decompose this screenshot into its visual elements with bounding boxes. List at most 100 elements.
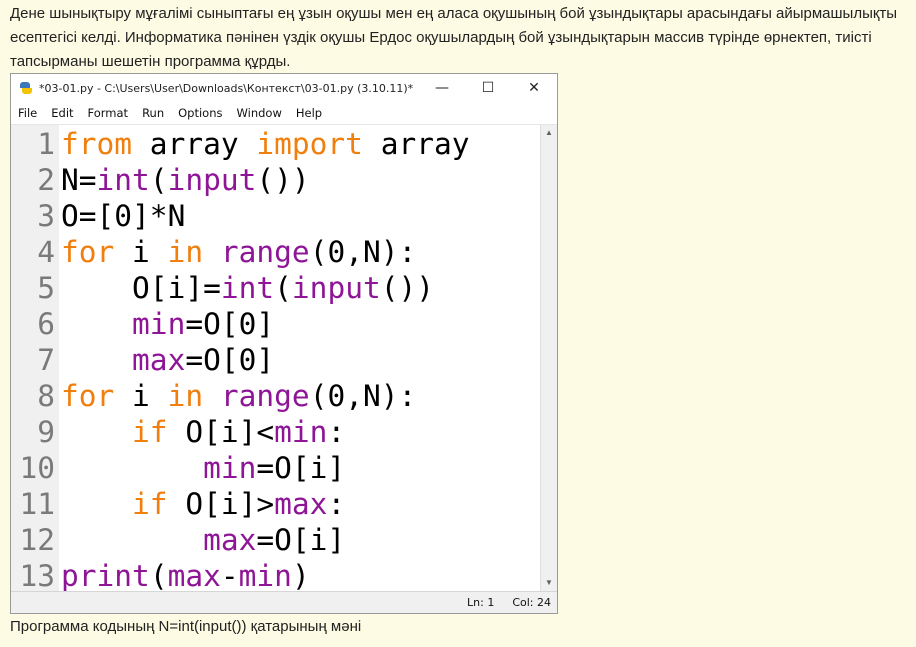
builtin-token: max: [274, 487, 328, 521]
python-idle-icon: [19, 81, 33, 95]
scroll-down-icon[interactable]: ▼: [541, 575, 557, 591]
code-token: =O[0]: [185, 307, 275, 341]
code-token: =O[i]: [256, 523, 346, 557]
line-number: 13: [19, 559, 55, 593]
keyword-token: in: [167, 235, 204, 269]
title-bar[interactable]: *03-01.py - C:\Users\User\Downloads\Конт…: [11, 74, 557, 102]
code-token: N=: [61, 163, 97, 197]
question-text: Программа кодының N=int(input()) қатарын…: [10, 618, 362, 635]
menu-window[interactable]: Window: [230, 106, 289, 120]
scroll-up-icon[interactable]: ▲: [541, 125, 557, 141]
code-line: O=[0]*N: [61, 198, 540, 234]
builtin-token: range: [220, 235, 310, 269]
code-line: if O[i]>max:: [61, 486, 540, 522]
code-line: print(max-min): [61, 558, 540, 594]
builtin-token: max: [203, 523, 257, 557]
code-token: :: [327, 415, 346, 449]
code-token: -: [220, 559, 239, 593]
vertical-scrollbar[interactable]: ▲ ▼: [540, 125, 557, 591]
builtin-token: input: [167, 163, 257, 197]
line-number: 11: [19, 487, 55, 521]
code-token: (0,N):: [309, 235, 417, 269]
code-line: min=O[i]: [61, 450, 540, 486]
code-token: i: [114, 235, 168, 269]
line-number: 2: [37, 163, 55, 197]
code-line: O[i]=int(input()): [61, 270, 540, 306]
builtin-token: min: [274, 415, 328, 449]
builtin-token: min: [203, 451, 257, 485]
line-number: 3: [37, 199, 55, 233]
keyword-token: for: [61, 235, 115, 269]
code-line: for i in range(0,N):: [61, 234, 540, 270]
builtin-token: max: [132, 343, 186, 377]
code-token: (: [149, 559, 168, 593]
code-token: (: [149, 163, 168, 197]
code-token: ()): [256, 163, 310, 197]
code-line: max=O[0]: [61, 342, 540, 378]
code-line: for i in range(0,N):: [61, 378, 540, 414]
menu-format[interactable]: Format: [81, 106, 136, 120]
keyword-token: from: [61, 127, 133, 161]
code-line: N=int(input()): [61, 162, 540, 198]
code-token: ): [291, 559, 310, 593]
builtin-token: min: [238, 559, 292, 593]
builtin-token: max: [167, 559, 221, 593]
code-token: O[i]=: [61, 271, 221, 305]
builtin-token: range: [220, 379, 310, 413]
close-icon[interactable]: ✕: [511, 74, 557, 102]
code-line: min=O[0]: [61, 306, 540, 342]
code-token: O=[0]*N: [61, 199, 186, 233]
code-token: O[i]>: [167, 487, 275, 521]
keyword-token: import: [256, 127, 363, 161]
status-bar: Ln: 1 Col: 24: [11, 591, 557, 613]
menu-options[interactable]: Options: [171, 106, 229, 120]
code-token: (: [274, 271, 292, 305]
code-token: array: [362, 127, 470, 161]
menu-bar: File Edit Format Run Options Window Help: [11, 102, 557, 125]
window-title: *03-01.py - C:\Users\User\Downloads\Конт…: [39, 81, 414, 95]
code-token: array: [132, 127, 257, 161]
builtin-token: int: [220, 271, 275, 305]
line-number-gutter: 1 2 3 4 5 6 7 8 9 10 11 12 13: [11, 125, 59, 593]
code-token: O[i]<: [167, 415, 275, 449]
builtin-token: input: [291, 271, 381, 305]
menu-file[interactable]: File: [11, 106, 44, 120]
line-number: 1: [37, 127, 55, 161]
maximize-icon[interactable]: ☐: [465, 74, 511, 102]
code-text-area[interactable]: from array import array N=int(input()) O=[…: [59, 125, 540, 594]
keyword-token: if: [132, 487, 168, 521]
code-token: =O[i]: [256, 451, 346, 485]
code-token: :: [327, 487, 346, 521]
code-token: (0,N):: [309, 379, 417, 413]
code-token: ()): [380, 271, 435, 305]
menu-run[interactable]: Run: [135, 106, 171, 120]
keyword-token: in: [167, 379, 204, 413]
keyword-token: if: [132, 415, 168, 449]
line-number: 12: [19, 523, 55, 557]
idle-editor-window[interactable]: *03-01.py - C:\Users\User\Downloads\Конт…: [10, 73, 558, 614]
status-line: Ln: 1: [467, 596, 495, 609]
line-number: 9: [37, 415, 55, 449]
menu-edit[interactable]: Edit: [44, 106, 80, 120]
builtin-token: min: [132, 307, 186, 341]
code-line: max=O[i]: [61, 522, 540, 558]
minimize-icon[interactable]: —: [419, 74, 465, 102]
intro-paragraph: Дене шынықтыру мұғалімі сыныптағы ең ұзы…: [10, 5, 898, 70]
line-number: 5: [37, 271, 55, 305]
line-number: 6: [37, 307, 55, 341]
line-number: 10: [19, 451, 55, 485]
keyword-token: for: [61, 379, 115, 413]
code-line: if O[i]<min:: [61, 414, 540, 450]
menu-help[interactable]: Help: [289, 106, 329, 120]
line-number: 8: [37, 379, 55, 413]
code-line: from array import array: [61, 126, 540, 162]
line-number: 7: [37, 343, 55, 377]
